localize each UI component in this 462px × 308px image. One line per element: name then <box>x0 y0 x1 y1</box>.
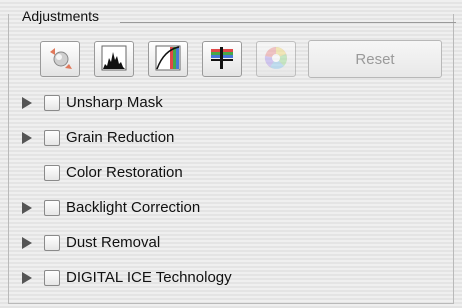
tone-curve-button[interactable] <box>148 41 188 77</box>
adjustments-panel: Adjustments Reset Unsharp Mask Grain Red… <box>0 0 462 308</box>
color-balance-button[interactable] <box>202 41 242 77</box>
title-divider <box>120 22 456 23</box>
option-row-digital-ice: DIGITAL ICE Technology <box>22 267 232 289</box>
color-restoration-label[interactable]: Color Restoration <box>66 162 183 184</box>
option-row-grain-reduction: Grain Reduction <box>22 127 174 149</box>
color-wheel-icon <box>262 44 290 75</box>
panel-title: Adjustments <box>22 8 100 24</box>
reset-button[interactable]: Reset <box>308 40 442 78</box>
option-row-unsharp-mask: Unsharp Mask <box>22 92 163 114</box>
option-row-backlight-correction: Backlight Correction <box>22 197 200 219</box>
unsharp-mask-checkbox[interactable] <box>44 95 60 111</box>
grain-reduction-label[interactable]: Grain Reduction <box>66 127 174 149</box>
color-restoration-checkbox[interactable] <box>44 165 60 181</box>
option-row-dust-removal: Dust Removal <box>22 232 160 254</box>
auto-correction-icon <box>46 44 74 75</box>
histogram-button[interactable] <box>94 41 134 77</box>
backlight-correction-checkbox[interactable] <box>44 200 60 216</box>
dust-removal-checkbox[interactable] <box>44 235 60 251</box>
color-balance-icon <box>208 44 236 75</box>
expand-triangle-icon[interactable] <box>22 237 32 249</box>
option-row-color-restoration: Color Restoration <box>22 162 183 184</box>
dust-removal-label[interactable]: Dust Removal <box>66 232 160 254</box>
auto-correction-button[interactable] <box>40 41 80 77</box>
expand-triangle-icon[interactable] <box>22 132 32 144</box>
digital-ice-label[interactable]: DIGITAL ICE Technology <box>66 267 232 289</box>
expand-triangle-icon[interactable] <box>22 272 32 284</box>
backlight-correction-label[interactable]: Backlight Correction <box>66 197 200 219</box>
histogram-icon <box>100 44 128 75</box>
expand-triangle-icon[interactable] <box>22 97 32 109</box>
unsharp-mask-label[interactable]: Unsharp Mask <box>66 92 163 114</box>
color-wheel-button[interactable] <box>256 41 296 77</box>
tone-curve-icon <box>154 44 182 75</box>
expand-triangle-icon[interactable] <box>22 202 32 214</box>
grain-reduction-checkbox[interactable] <box>44 130 60 146</box>
digital-ice-checkbox[interactable] <box>44 270 60 286</box>
